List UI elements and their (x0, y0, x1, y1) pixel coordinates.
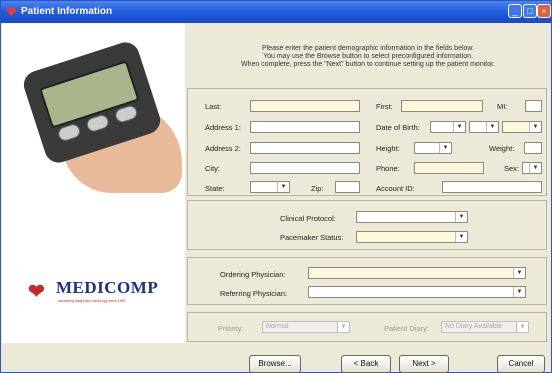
address1-label: Address 1: (205, 123, 241, 132)
browse-button[interactable]: Browse... (249, 355, 301, 373)
last-name-label: Last: (205, 102, 222, 111)
medicomp-logo: ❤ MEDICOMP advancing diagnostic cardiolo… (28, 278, 159, 303)
priority-select[interactable]: Normal ▼ (262, 321, 350, 333)
address1-input[interactable] (250, 121, 360, 133)
patient-information-window: Patient Information _ □ × ❤ MEDICOMP adv… (0, 0, 552, 373)
middle-initial-input[interactable] (525, 100, 542, 112)
account-id-label: Account ID: (376, 184, 415, 193)
city-input[interactable] (250, 162, 360, 174)
state-select[interactable]: ▼ (250, 181, 290, 193)
chevron-down-icon: ▼ (455, 212, 467, 222)
chevron-down-icon: ▼ (516, 322, 528, 332)
ordering-physician-label: Ordering Physician: (220, 270, 286, 279)
chevron-down-icon: ▼ (513, 287, 525, 297)
medicomp-heart-mark-icon: ❤ (28, 281, 45, 303)
patient-diary-label: Patient Diary: (384, 324, 430, 333)
app-heart-icon (6, 7, 17, 17)
dob-day-select[interactable]: ▼ (469, 121, 499, 133)
chevron-down-icon: ▼ (513, 268, 525, 278)
middle-initial-label: MI: (497, 102, 508, 111)
phone-input[interactable] (414, 162, 484, 174)
referring-physician-select[interactable]: ▼ (308, 286, 526, 298)
weight-label: Weight: (489, 144, 515, 153)
first-name-input[interactable] (401, 100, 483, 112)
referring-physician-label: Referring Physician: (220, 289, 288, 298)
next-button[interactable]: Next > (399, 355, 449, 373)
title-bar: Patient Information _ □ × (1, 1, 551, 23)
clinical-protocol-label: Clinical Protocol: (280, 214, 336, 223)
protocol-group: Clinical Protocol: ▼ Pacemaker Status: ▼ (187, 200, 547, 250)
dob-month-select[interactable]: ▼ (430, 121, 466, 133)
chevron-down-icon: ▼ (486, 122, 498, 132)
chevron-down-icon: ▼ (529, 122, 541, 132)
chevron-down-icon: ▼ (529, 163, 541, 173)
weight-input[interactable] (524, 142, 542, 154)
maximize-icon[interactable]: □ (523, 4, 537, 18)
height-select[interactable]: ▼ (414, 142, 452, 154)
city-label: City: (205, 164, 220, 173)
zip-input[interactable] (335, 181, 360, 193)
priority-group: Priority: Normal ▼ Patient Diary: No Diar… (187, 312, 547, 342)
patient-diary-select[interactable]: No Diary Available ▼ (441, 321, 529, 333)
state-label: State: (205, 184, 225, 193)
chevron-down-icon: ▼ (453, 122, 465, 132)
address2-input[interactable] (250, 142, 360, 154)
chevron-down-icon: ▼ (455, 232, 467, 242)
account-id-input[interactable] (442, 181, 542, 193)
clinical-protocol-select[interactable]: ▼ (356, 211, 468, 223)
first-name-label: First: (376, 102, 393, 111)
product-image-panel: ❤ MEDICOMP advancing diagnostic cardiolo… (2, 23, 185, 343)
demographics-group: Last: First: MI: Address 1: Date of Birt… (187, 88, 547, 196)
address2-label: Address 2: (205, 144, 241, 153)
zip-label: Zip: (311, 184, 324, 193)
cancel-button[interactable]: Cancel (497, 355, 545, 373)
window-title: Patient Information (21, 6, 113, 17)
phone-label: Phone: (376, 164, 400, 173)
last-name-input[interactable] (250, 100, 360, 112)
sex-label: Sex: (504, 164, 520, 173)
chevron-down-icon: ▼ (439, 143, 451, 153)
chevron-down-icon: ▼ (337, 322, 349, 332)
physicians-group: Ordering Physician: ▼ Referring Physicia… (187, 257, 547, 305)
dob-year-select[interactable]: ▼ (502, 121, 542, 133)
instructions-text: Please enter the patient demographic inf… (240, 45, 495, 68)
height-label: Height: (376, 144, 400, 153)
back-button[interactable]: < Back (341, 355, 391, 373)
chevron-down-icon: ▼ (277, 182, 289, 192)
priority-label: Priority: (218, 324, 244, 333)
button-bar: Browse... < Back Next > Cancel (1, 349, 551, 373)
close-icon[interactable]: × (537, 4, 551, 18)
ordering-physician-select[interactable]: ▼ (308, 267, 526, 279)
pacemaker-status-select[interactable]: ▼ (356, 231, 468, 243)
sex-select[interactable]: ▼ (522, 162, 542, 174)
date-of-birth-label: Date of Birth: (376, 123, 420, 132)
pacemaker-status-label: Pacemaker Status: (280, 233, 344, 242)
minimize-icon[interactable]: _ (508, 4, 522, 18)
